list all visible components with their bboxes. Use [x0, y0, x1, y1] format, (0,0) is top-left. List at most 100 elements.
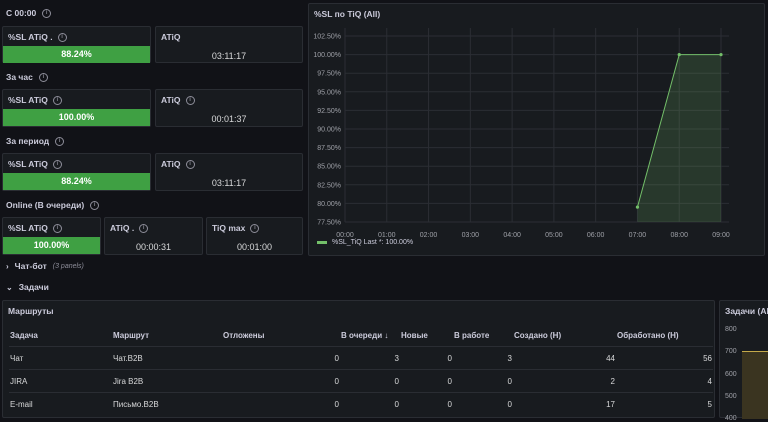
column-header-in-queue[interactable]: В очереди ↓ — [340, 325, 400, 347]
chevron-right-icon: › — [6, 261, 9, 271]
panel-title-text: %SL ATiQ . — [8, 32, 53, 42]
row-title-per-hour: За час i — [6, 72, 48, 82]
routes-panel: Маршруты Задача Маршрут Отложены В очере… — [2, 300, 715, 418]
table-row: JIRA Jira B2B 0 0 0 0 2 4 — [9, 369, 713, 393]
info-icon[interactable]: i — [42, 8, 52, 18]
table-row: Чат Чат.B2B 0 3 0 3 44 56 — [9, 346, 713, 370]
info-icon[interactable]: i — [57, 32, 67, 42]
series-area — [742, 352, 768, 419]
row-title-since-midnight: С 00:00 i — [6, 8, 52, 18]
row-title-text: С 00:00 — [6, 8, 37, 18]
panel-title-text: ATiQ . — [110, 223, 135, 233]
column-header-in-work[interactable]: В работе — [453, 325, 513, 347]
x-tick-label: 01:00 — [378, 232, 396, 239]
column-header-task[interactable]: Задача — [9, 325, 112, 347]
row-chat-bot-note: (3 panels) — [52, 262, 84, 270]
table-cell: 44 — [513, 346, 616, 370]
table-cell: 56 — [616, 346, 713, 370]
info-icon[interactable]: i — [52, 95, 62, 105]
column-header-created[interactable]: Создано (Н) — [513, 325, 616, 347]
row-title-text: За период — [6, 136, 50, 146]
y-tick-label: 77.50% — [317, 220, 341, 227]
sl-online-panel: %SL ATiQ i 100.00% — [2, 217, 101, 255]
x-tick-label: 07:00 — [629, 232, 647, 239]
routes-title: Маршруты — [8, 306, 54, 316]
panel-title: TiQ max i — [212, 223, 260, 233]
panel-title: %SL ATiQ i — [8, 95, 62, 105]
x-tick-label: 08:00 — [670, 232, 688, 239]
tasks-chart-title: Задачи (All) — [725, 306, 768, 316]
data-point — [677, 53, 681, 57]
row-title-online: Online (В очереди) i — [6, 200, 100, 210]
y-tick-label: 97.50% — [317, 71, 341, 78]
info-icon[interactable]: i — [52, 159, 62, 169]
info-icon[interactable]: i — [90, 200, 100, 210]
panel-title: ATiQ — [161, 32, 181, 42]
panel-title: %SL ATiQ i — [8, 159, 62, 169]
panel-title: Задачи (All) — [725, 306, 768, 316]
panel-title-text: %SL ATiQ — [8, 223, 48, 233]
sl-hour-panel: %SL ATiQ i 100.00% — [2, 89, 151, 127]
x-tick-label: 05:00 — [545, 232, 563, 239]
row-tasks[interactable]: ⌄ Задачи — [6, 282, 49, 292]
info-icon[interactable]: i — [52, 223, 62, 233]
table-cell: 0 — [222, 346, 340, 370]
panel-title-text: ATiQ — [161, 159, 181, 169]
table-cell: Jira B2B — [112, 369, 222, 393]
column-header-new[interactable]: Новые — [400, 325, 453, 347]
info-icon[interactable]: i — [185, 95, 195, 105]
row-title-period: За период i — [6, 136, 65, 146]
y-tick-label: 85.00% — [317, 164, 341, 171]
panel-title: %SL ATiQ i — [8, 223, 62, 233]
sl-period-panel: %SL ATiQ i 88.24% — [2, 153, 151, 191]
panel-title: Маршруты — [8, 306, 54, 316]
y-tick-label: 87.50% — [317, 145, 341, 152]
y-tick: 800 — [725, 326, 737, 333]
table-cell: 0 — [400, 392, 453, 415]
y-tick: 600 — [725, 371, 737, 378]
x-tick-label: 03:00 — [462, 232, 480, 239]
column-header-deferred[interactable]: Отложены — [222, 325, 340, 347]
panel-title: ATiQ . i — [110, 223, 149, 233]
table-cell: 2 — [513, 369, 616, 393]
panel-title-text: TiQ max — [212, 223, 246, 233]
row-chat-bot-title: Чат-бот — [14, 261, 47, 271]
panel-title: ATiQ i — [161, 95, 195, 105]
y-tick: 700 — [725, 348, 737, 355]
legend-text: %SL_TiQ Last *: 100.00% — [332, 239, 414, 246]
chart-legend[interactable]: %SL_TiQ Last *: 100.00% — [317, 239, 413, 246]
info-icon[interactable]: i — [139, 223, 149, 233]
panel-title: ATiQ i — [161, 159, 195, 169]
info-icon[interactable]: i — [55, 136, 65, 146]
table-header-row: Задача Маршрут Отложены В очереди ↓ Новы… — [9, 325, 713, 347]
info-icon[interactable]: i — [38, 72, 48, 82]
info-icon[interactable]: i — [185, 159, 195, 169]
row-chat-bot[interactable]: › Чат-бот (3 panels) — [6, 261, 84, 271]
table-cell: 0 — [340, 392, 400, 415]
panel-title-text: ATiQ — [161, 95, 181, 105]
table-cell: 3 — [453, 346, 513, 370]
table-cell: 0 — [400, 369, 453, 393]
y-tick-label: 100.00% — [313, 52, 341, 59]
table-cell: E-mail — [9, 392, 112, 415]
tasks-chart-area: 800 700 600 500 400 — [720, 323, 768, 422]
column-header-route[interactable]: Маршрут — [112, 325, 222, 347]
data-point — [719, 53, 723, 57]
sl-chart-panel: %SL по TiQ (All) 102.50% 100.00% 97.50% 95.… — [308, 3, 765, 256]
sl-chart: 102.50% 100.00% 97.50% 95.00% 92.50% 90.00% 87… — [313, 28, 730, 239]
panel-title: %SL ATiQ . i — [8, 32, 67, 42]
atiq-value: 00:01:37 — [211, 114, 247, 124]
table-cell: 5 — [616, 392, 713, 415]
info-icon[interactable]: i — [250, 223, 260, 233]
series-area — [637, 54, 721, 222]
sl-value: 88.24% — [3, 173, 150, 190]
chevron-down-icon: ⌄ — [6, 282, 13, 292]
atiq-hour-panel: ATiQ i 00:01:37 — [155, 89, 303, 127]
x-tick-label: 04:00 — [503, 232, 521, 239]
table-row: E-mail Письмо.B2B 0 0 0 0 17 5 — [9, 392, 713, 415]
x-tick-label: 09:00 — [712, 232, 730, 239]
y-tick-label: 90.00% — [317, 127, 341, 134]
column-header-processed[interactable]: Обработано (Н) — [616, 325, 713, 347]
table-cell: Письмо.B2B — [112, 392, 222, 415]
table-cell: Чат.B2B — [112, 346, 222, 370]
